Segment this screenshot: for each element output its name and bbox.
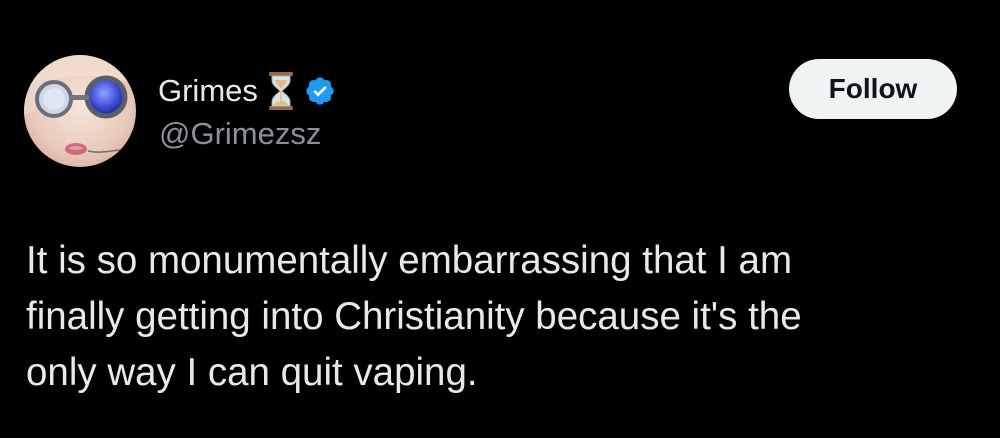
avatar-image: [24, 55, 136, 167]
follow-button[interactable]: Follow: [789, 59, 957, 119]
display-name-row: Grimes: [158, 68, 336, 114]
tweet-text: It is so monumentally embarrassing that …: [26, 239, 802, 394]
verified-badge-icon[interactable]: [304, 75, 336, 107]
avatar[interactable]: [24, 55, 136, 167]
user-handle[interactable]: @Grimezsz: [159, 116, 321, 152]
tweet-card: Grimes @Grimezsz Follow It is so monumen…: [0, 0, 1000, 438]
display-name[interactable]: Grimes: [158, 73, 258, 109]
hourglass-icon: [268, 72, 294, 110]
